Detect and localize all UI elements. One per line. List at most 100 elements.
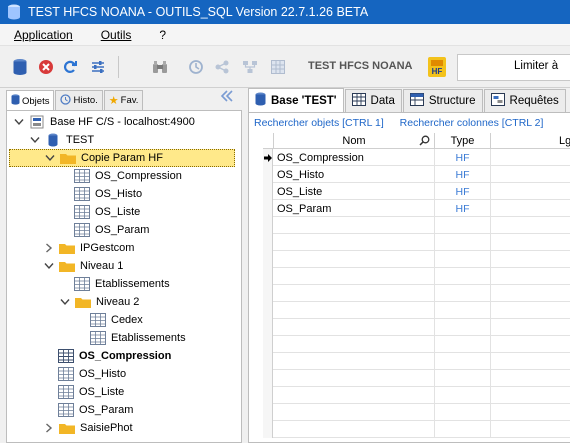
collapse-panel-button[interactable] [216, 88, 238, 106]
cell-nom [274, 268, 435, 285]
search-objects-link[interactable]: Rechercher objets [CTRL 1] [254, 117, 384, 129]
expanded-arrow-icon[interactable] [13, 116, 25, 128]
row-indicator [263, 268, 273, 285]
disconnect-icon[interactable] [36, 57, 56, 77]
structure-icon [409, 93, 424, 109]
tree-node-table[interactable]: OS_Histo [73, 185, 142, 203]
tab-structure[interactable]: Structure [402, 89, 483, 112]
table-row[interactable]: OS_Param HF [263, 200, 570, 217]
empty-row [263, 217, 570, 234]
column-header-label: Nom [342, 135, 366, 147]
collapsed-arrow-icon[interactable] [43, 422, 55, 434]
cell-nom: OS_Compression [274, 149, 435, 166]
current-row-arrow-icon [263, 149, 273, 166]
table-row[interactable]: OS_Compression HF [263, 149, 570, 166]
tree-node-test[interactable]: TEST [29, 131, 94, 149]
cell-lg [491, 387, 570, 404]
cell-nom [274, 319, 435, 336]
menu-application[interactable]: Application [0, 28, 87, 42]
tree-node-table[interactable]: OS_Histo [57, 365, 126, 383]
cell-type [435, 353, 491, 370]
table-row[interactable]: OS_Liste HF [263, 183, 570, 200]
cell-type [435, 302, 491, 319]
tree-node-label: Niveau 2 [96, 296, 140, 308]
table-grid-icon[interactable] [268, 57, 288, 77]
column-header-type[interactable]: Type [435, 133, 491, 149]
tab-data[interactable]: Data [344, 89, 402, 112]
expanded-arrow-icon[interactable] [43, 260, 55, 272]
tab-requetes-label: Requêtes [509, 95, 559, 107]
schema-icon[interactable] [240, 57, 260, 77]
cell-type [435, 421, 491, 438]
cell-type [435, 268, 491, 285]
search-icon[interactable] [419, 135, 430, 149]
table-row[interactable]: OS_Histo HF [263, 166, 570, 183]
empty-row [263, 353, 570, 370]
collapsed-arrow-icon[interactable] [43, 242, 55, 254]
tree-node-table[interactable]: OS_Liste [57, 383, 124, 401]
tab-objets[interactable]: Objets [6, 90, 55, 111]
cell-lg [491, 268, 570, 285]
expanded-arrow-icon[interactable] [44, 152, 56, 164]
tree-node-table[interactable]: Etablissements [89, 329, 186, 347]
database-connect-icon[interactable] [10, 57, 30, 77]
right-pane: Base 'TEST' Data Structure Requêtes Rech… [244, 88, 570, 443]
row-indicator [263, 353, 273, 370]
expanded-arrow-icon[interactable] [59, 296, 71, 308]
menu-outils[interactable]: Outils [87, 28, 146, 42]
tree-node-label: Niveau 1 [80, 260, 124, 272]
history-icon[interactable] [186, 57, 206, 77]
tree-node-label: IPGestcom [80, 242, 135, 254]
cell-type [435, 251, 491, 268]
search-columns-link[interactable]: Rechercher colonnes [CTRL 2] [400, 117, 544, 129]
row-indicator [263, 234, 273, 251]
tree-node-table[interactable]: OS_Param [73, 221, 149, 239]
empty-row [263, 319, 570, 336]
binoculars-icon[interactable] [150, 57, 170, 77]
tree-node-saisiephot[interactable]: SaisiePhot [43, 419, 133, 437]
tree-node-table[interactable]: OS_Compression [57, 347, 171, 365]
tab-requetes[interactable]: Requêtes [483, 89, 566, 112]
empty-row [263, 285, 570, 302]
tree-node-copie-param-hf[interactable]: Copie Param HF [9, 149, 235, 167]
menu-help[interactable]: ? [145, 28, 180, 42]
tree-node-table[interactable]: Cedex [89, 311, 143, 329]
refresh-icon[interactable] [60, 57, 80, 77]
cell-type [435, 285, 491, 302]
toolbar: TEST HFCS NOANA HF Limiter à [0, 46, 570, 88]
tree-node-table[interactable]: Etablissements [73, 275, 170, 293]
cell-type [435, 336, 491, 353]
row-indicator [263, 166, 273, 183]
tab-objets-label: Objets [22, 95, 50, 107]
tab-base[interactable]: Base 'TEST' [248, 88, 344, 112]
tree-node-ipgestcom[interactable]: IPGestcom [43, 239, 134, 257]
column-header-nom[interactable]: Nom [274, 133, 435, 149]
tree-node-label: OS_Param [79, 404, 134, 416]
cell-nom [274, 302, 435, 319]
cell-lg [491, 200, 570, 217]
tree-node-table[interactable]: OS_Param [57, 401, 133, 419]
cell-nom [274, 387, 435, 404]
hf-db-icon[interactable]: HF [426, 56, 448, 78]
row-indicator [263, 183, 273, 200]
settings-sliders-icon[interactable] [88, 57, 108, 77]
tree-node-label: OS_Liste [95, 206, 141, 218]
tree-node-niveau-1[interactable]: Niveau 1 [43, 257, 123, 275]
base-hf-icon [28, 115, 46, 129]
row-indicator [263, 387, 273, 404]
row-indicator [263, 200, 273, 217]
link-icon[interactable] [212, 57, 232, 77]
tree-node-table[interactable]: OS_Compression [73, 167, 182, 185]
tab-data-label: Data [370, 95, 395, 107]
tree-node-root[interactable]: Base HF C/S - localhost:4900 [13, 113, 195, 131]
column-header-lg[interactable]: Lg [491, 133, 570, 149]
tree-node-table[interactable]: OS_Liste [73, 203, 140, 221]
tab-fav[interactable]: ★ Fav. [103, 90, 144, 110]
tree-node-label: OS_Compression [95, 170, 182, 182]
tree-node-label: Etablissements [111, 332, 186, 344]
expanded-arrow-icon[interactable] [29, 134, 41, 146]
cell-lg [491, 285, 570, 302]
column-header-label: Lg [559, 135, 570, 147]
tree-node-niveau-2[interactable]: Niveau 2 [59, 293, 139, 311]
tab-histo[interactable]: Histo. [55, 90, 103, 110]
